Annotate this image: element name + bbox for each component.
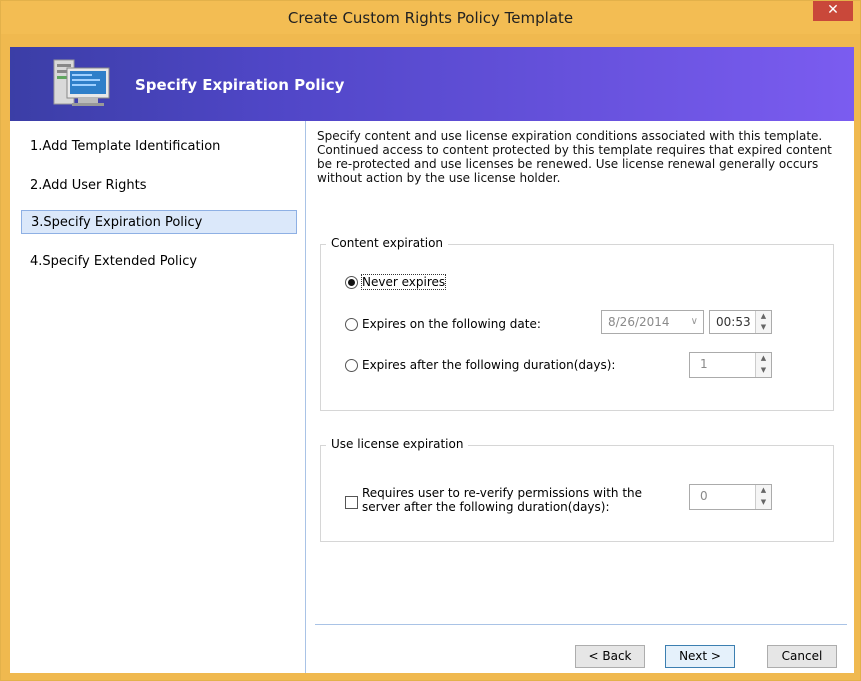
reverify-spinner[interactable]: ▲ ▼ <box>755 485 771 509</box>
spin-down-icon[interactable]: ▼ <box>756 365 771 377</box>
step-item-user-rights[interactable]: 2.Add User Rights <box>21 174 297 198</box>
never-expires-option[interactable]: Never expires <box>345 274 447 290</box>
reverify-days-value: 0 <box>700 489 708 503</box>
window-title: Create Custom Rights Policy Template <box>287 9 574 27</box>
spin-down-icon[interactable]: ▼ <box>756 497 771 509</box>
date-picker[interactable]: 8/26/2014 ∨ <box>601 310 704 334</box>
title-bar[interactable]: Create Custom Rights Policy Template ✕ <box>1 1 860 34</box>
content-area: 1.Add Template Identification 2.Add User… <box>10 121 854 673</box>
back-button[interactable]: < Back <box>575 645 645 668</box>
step-item-expiration-policy[interactable]: 3.Specify Expiration Policy <box>21 210 297 234</box>
time-value: 00:53 <box>716 315 751 329</box>
dialog-window: Create Custom Rights Policy Template ✕ S… <box>0 0 861 681</box>
steps-sidebar: 1.Add Template Identification 2.Add User… <box>10 121 306 673</box>
use-license-expiration-group: Use license expiration Requires user to … <box>320 437 834 542</box>
spin-down-icon[interactable]: ▼ <box>756 322 771 333</box>
duration-days-input[interactable]: 1 ▲ ▼ <box>689 352 772 378</box>
date-value: 8/26/2014 <box>608 315 670 329</box>
step-item-identification[interactable]: 1.Add Template Identification <box>21 135 297 159</box>
use-license-expiration-legend: Use license expiration <box>326 437 469 451</box>
spin-up-icon[interactable]: ▲ <box>756 311 771 322</box>
reverify-label: Requires user to re-verify permissions w… <box>362 486 643 514</box>
computer-server-icon <box>53 59 110 106</box>
expires-on-date-option[interactable]: Expires on the following date: <box>345 317 541 331</box>
never-expires-label: Never expires <box>360 274 447 290</box>
time-spinner[interactable]: ▲ ▼ <box>755 311 771 333</box>
reverify-days-input[interactable]: 0 ▲ ▼ <box>689 484 772 510</box>
footer-divider <box>315 624 847 625</box>
spin-up-icon[interactable]: ▲ <box>756 485 771 497</box>
close-button[interactable]: ✕ <box>813 1 853 21</box>
cancel-button[interactable]: Cancel <box>767 645 837 668</box>
time-picker[interactable]: 00:53 ▲ ▼ <box>709 310 772 334</box>
spin-up-icon[interactable]: ▲ <box>756 353 771 365</box>
content-expiration-group: Content expiration Never expires Expires… <box>320 236 834 411</box>
duration-spinner[interactable]: ▲ ▼ <box>755 353 771 377</box>
step-item-extended-policy[interactable]: 4.Specify Extended Policy <box>21 250 297 274</box>
expires-after-duration-radio[interactable] <box>345 358 358 372</box>
chevron-down-icon[interactable]: ∨ <box>691 311 698 333</box>
reverify-checkbox[interactable] <box>345 496 358 509</box>
duration-days-value: 1 <box>700 357 708 371</box>
expires-after-duration-label: Expires after the following duration(day… <box>362 358 616 372</box>
never-expires-radio[interactable] <box>345 275 358 289</box>
next-button[interactable]: Next > <box>665 645 735 668</box>
header-title: Specify Expiration Policy <box>135 76 345 94</box>
header-band: Specify Expiration Policy <box>10 47 854 121</box>
expires-on-date-radio[interactable] <box>345 317 358 331</box>
expires-after-duration-option[interactable]: Expires after the following duration(day… <box>345 358 615 372</box>
content-expiration-legend: Content expiration <box>326 236 449 250</box>
reverify-option[interactable]: Requires user to re-verify permissions w… <box>345 486 667 514</box>
expires-on-date-label: Expires on the following date: <box>362 317 541 331</box>
description-text: Specify content and use license expirati… <box>317 129 832 185</box>
